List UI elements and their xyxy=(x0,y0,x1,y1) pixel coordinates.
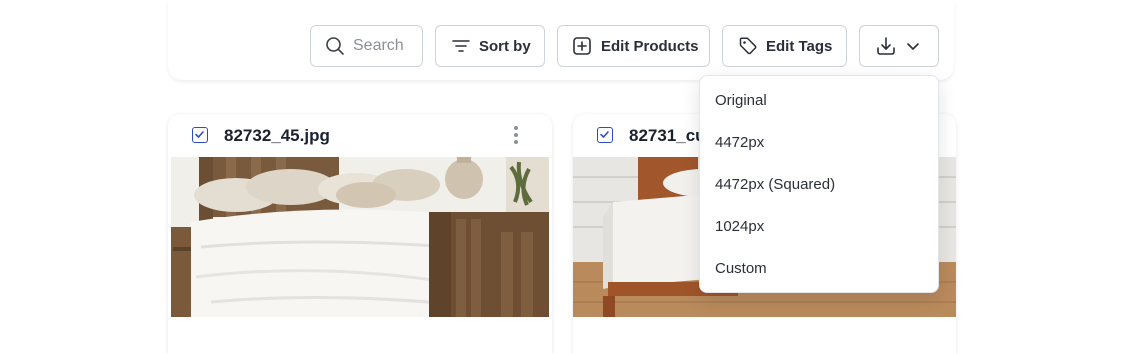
download-button[interactable] xyxy=(859,25,939,67)
sort-by-button[interactable]: Sort by xyxy=(435,25,545,67)
search-icon xyxy=(325,36,345,56)
sort-by-label: Sort by xyxy=(479,37,531,55)
search-input[interactable]: Search xyxy=(310,25,423,67)
edit-tags-label: Edit Tags xyxy=(766,37,833,55)
download-size-menu: Original 4472px 4472px (Squared) 1024px … xyxy=(699,75,939,293)
edit-tags-button[interactable]: Edit Tags xyxy=(722,25,847,67)
product-card: 82732_45.jpg xyxy=(168,114,552,354)
menu-item-original[interactable]: Original xyxy=(715,92,767,109)
download-icon xyxy=(876,36,896,56)
menu-item-4472px-squared[interactable]: 4472px (Squared) xyxy=(715,176,835,193)
plus-square-icon xyxy=(572,36,592,56)
product-photo xyxy=(171,157,549,317)
edit-products-label: Edit Products xyxy=(601,37,699,55)
card-filename: 82732_45.jpg xyxy=(224,126,330,145)
edit-products-button[interactable]: Edit Products xyxy=(557,25,710,67)
card-header: 82732_45.jpg xyxy=(168,114,552,157)
menu-item-4472px[interactable]: 4472px xyxy=(715,134,764,151)
card-filename: 82731_cu xyxy=(629,126,706,145)
select-checkbox[interactable] xyxy=(597,127,613,143)
tag-icon xyxy=(738,36,758,56)
search-placeholder: Search xyxy=(353,37,404,54)
chevron-down-icon xyxy=(906,41,920,51)
filter-lines-icon xyxy=(452,39,470,53)
menu-item-custom[interactable]: Custom xyxy=(715,260,767,277)
menu-item-1024px[interactable]: 1024px xyxy=(715,218,764,235)
select-checkbox[interactable] xyxy=(192,127,208,143)
more-options-icon[interactable] xyxy=(513,126,519,146)
